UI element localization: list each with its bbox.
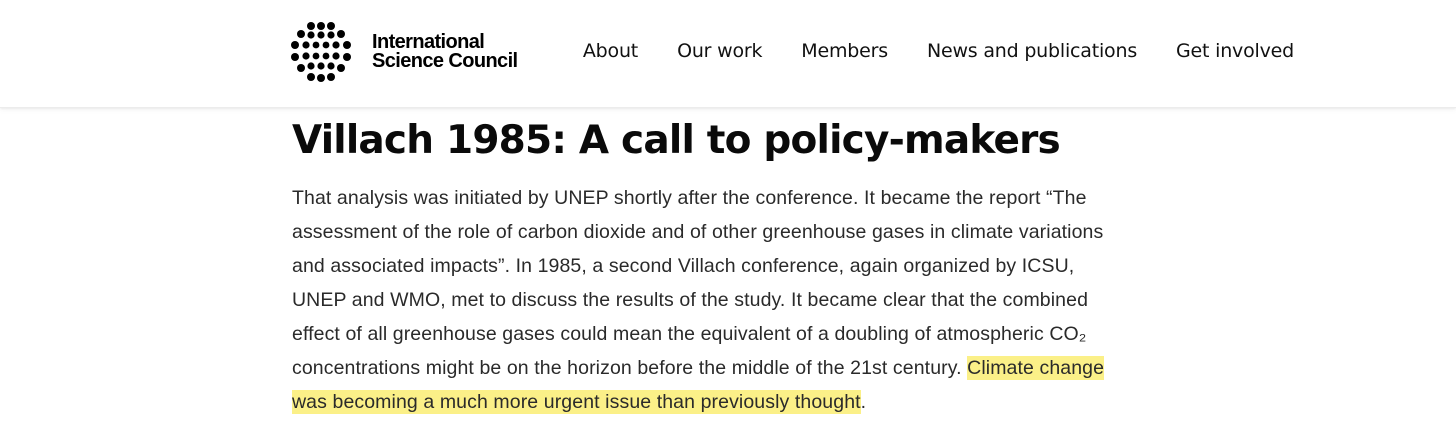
logo-wordmark: International Science Council (372, 32, 518, 72)
section-heading: Villach 1985: A call to policy-makers (292, 118, 1061, 163)
isc-logo-link[interactable]: International Science Council (290, 21, 518, 83)
nav-item-get-involved[interactable]: Get involved (1176, 40, 1294, 62)
paragraph-text: That analysis was initiated by UNEP shor… (292, 187, 1104, 379)
logo-line-2: Science Council (372, 50, 518, 72)
paragraph-end: . (860, 391, 867, 413)
nav-item-our-work[interactable]: Our work (677, 40, 762, 62)
isc-logo-icon (291, 22, 351, 82)
nav-item-news-and-publications[interactable]: News and publications (927, 40, 1137, 62)
article-paragraph: That analysis was initiated by UNEP shor… (292, 181, 1112, 419)
nav-item-about[interactable]: About (583, 40, 638, 62)
site-header: International Science Council About Our … (0, 0, 1456, 108)
article-content: Villach 1985: A call to policy-makers Th… (292, 108, 1112, 419)
nav-item-members[interactable]: Members (801, 40, 888, 62)
main-nav: About Our work Members News and publicat… (583, 40, 1294, 62)
